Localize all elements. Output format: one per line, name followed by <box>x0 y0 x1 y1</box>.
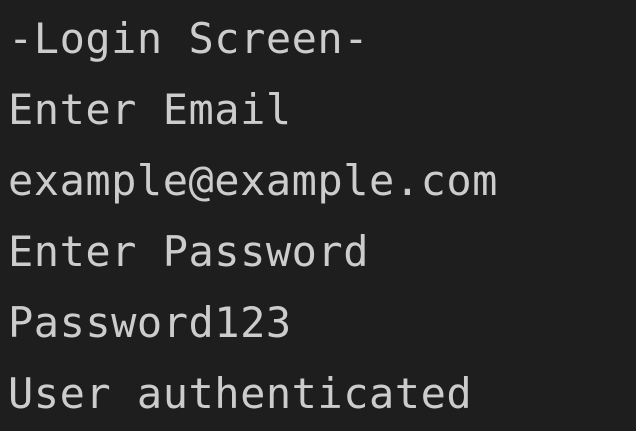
email-prompt: Enter Email <box>8 85 292 134</box>
login-screen-header: -Login Screen- <box>8 14 370 63</box>
password-value: Password123 <box>8 298 292 347</box>
password-prompt: Enter Password <box>8 227 370 276</box>
terminal-output: -Login Screen- Enter Email example@examp… <box>0 0 636 431</box>
authentication-status: User authenticated <box>8 369 473 418</box>
email-value: example@example.com <box>8 156 498 205</box>
